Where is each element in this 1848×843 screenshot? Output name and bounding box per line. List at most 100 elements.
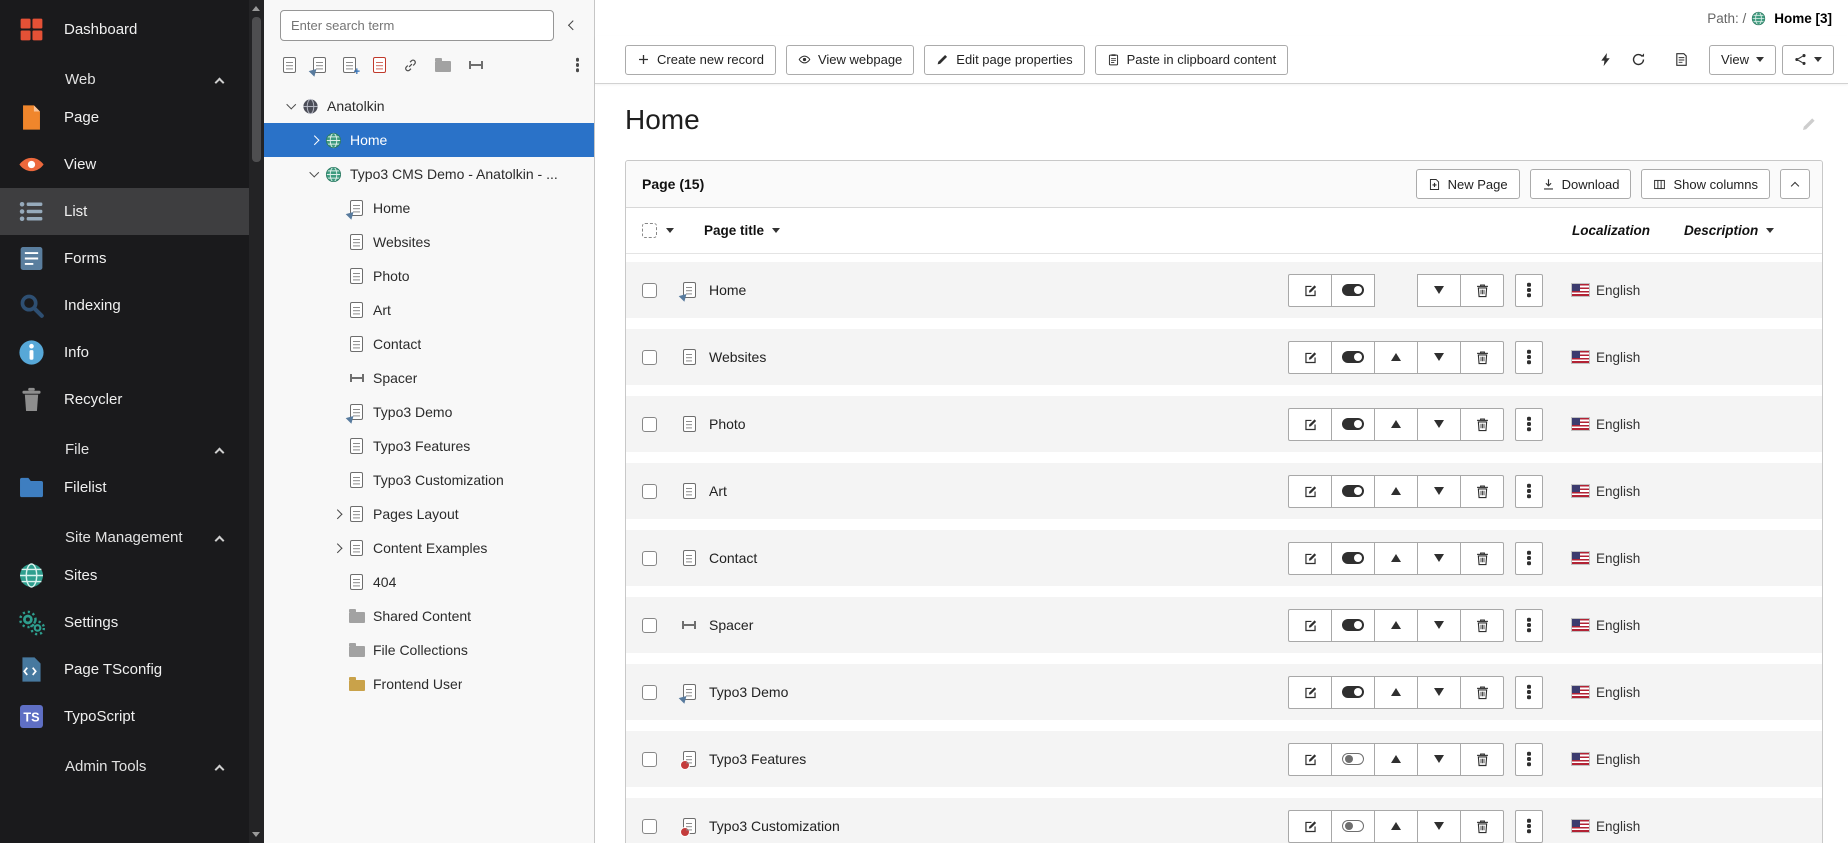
more-options-button[interactable] bbox=[1515, 810, 1543, 843]
delete-button[interactable] bbox=[1460, 609, 1504, 642]
module-group-admin-tools[interactable]: Admin Tools bbox=[0, 740, 249, 781]
module-item-list[interactable]: List bbox=[0, 188, 249, 235]
module-item-sites[interactable]: Sites bbox=[0, 552, 249, 599]
move-up-button[interactable] bbox=[1374, 341, 1418, 374]
edit-record-button[interactable] bbox=[1288, 743, 1332, 776]
tree-search-input[interactable] bbox=[280, 10, 554, 41]
new-spacer-drag-icon[interactable] bbox=[467, 56, 485, 74]
edit-record-button[interactable] bbox=[1288, 609, 1332, 642]
record-title[interactable]: Home bbox=[709, 282, 746, 298]
unhide-toggle-button[interactable] bbox=[1331, 810, 1375, 843]
more-options-button[interactable] bbox=[1515, 542, 1543, 575]
module-item-recycler[interactable]: Recycler bbox=[0, 376, 249, 423]
shortcut-bookmark-button[interactable] bbox=[1668, 48, 1695, 71]
module-item-view[interactable]: View bbox=[0, 141, 249, 188]
paste-clipboard-button[interactable]: Paste in clipboard content bbox=[1095, 45, 1289, 75]
move-up-button[interactable] bbox=[1374, 475, 1418, 508]
module-item-typoscript[interactable]: TS TypoScript bbox=[0, 693, 249, 740]
module-item-settings[interactable]: Settings bbox=[0, 599, 249, 646]
row-checkbox[interactable] bbox=[642, 350, 657, 365]
move-up-button[interactable] bbox=[1374, 609, 1418, 642]
record-title[interactable]: Photo bbox=[709, 416, 746, 432]
show-columns-button[interactable]: Show columns bbox=[1641, 169, 1770, 199]
edit-record-button[interactable] bbox=[1288, 274, 1332, 307]
move-up-button[interactable] bbox=[1374, 542, 1418, 575]
tree-options-button[interactable] bbox=[575, 62, 580, 67]
more-options-button[interactable] bbox=[1515, 743, 1543, 776]
record-title[interactable]: Typo3 Features bbox=[709, 751, 806, 767]
delete-button[interactable] bbox=[1460, 408, 1504, 441]
row-checkbox[interactable] bbox=[642, 685, 657, 700]
module-item-forms[interactable]: Forms bbox=[0, 235, 249, 282]
move-down-button[interactable] bbox=[1417, 676, 1461, 709]
column-header-page-title[interactable]: Page title bbox=[704, 223, 780, 238]
edit-title-button[interactable] bbox=[1795, 112, 1823, 136]
new-mountpoint-drag-icon[interactable] bbox=[342, 56, 357, 74]
new-page-button[interactable]: New Page bbox=[1416, 169, 1520, 199]
tree-node-typo3-features[interactable]: Typo3 Features bbox=[264, 429, 594, 463]
tree-node-spacer[interactable]: Spacer bbox=[264, 361, 594, 395]
module-item-info[interactable]: Info bbox=[0, 329, 249, 376]
tree-node-typo3-customization[interactable]: Typo3 Customization bbox=[264, 463, 594, 497]
module-item-indexing[interactable]: Indexing bbox=[0, 282, 249, 329]
record-title[interactable]: Typo3 Customization bbox=[709, 818, 840, 834]
new-folder-drag-icon[interactable] bbox=[434, 57, 452, 73]
select-all-checkbox[interactable] bbox=[642, 223, 657, 238]
tree-node-frontend-user[interactable]: Frontend User bbox=[264, 667, 594, 701]
scrollbar-thumb[interactable] bbox=[252, 17, 261, 162]
tree-node-websites[interactable]: Websites bbox=[264, 225, 594, 259]
move-up-button[interactable] bbox=[1374, 676, 1418, 709]
delete-button[interactable] bbox=[1460, 743, 1504, 776]
edit-record-button[interactable] bbox=[1288, 341, 1332, 374]
move-up-button[interactable] bbox=[1374, 810, 1418, 843]
move-up-button[interactable] bbox=[1374, 743, 1418, 776]
view-webpage-button[interactable]: View webpage bbox=[786, 45, 914, 75]
new-external-link-drag-icon[interactable] bbox=[372, 56, 387, 74]
move-down-button[interactable] bbox=[1417, 810, 1461, 843]
edit-page-properties-button[interactable]: Edit page properties bbox=[924, 45, 1084, 75]
edit-record-button[interactable] bbox=[1288, 676, 1332, 709]
download-button[interactable]: Download bbox=[1530, 169, 1632, 199]
move-down-button[interactable] bbox=[1417, 475, 1461, 508]
module-item-page[interactable]: Page bbox=[0, 94, 249, 141]
more-options-button[interactable] bbox=[1515, 676, 1543, 709]
move-down-button[interactable] bbox=[1417, 743, 1461, 776]
cache-flush-button[interactable] bbox=[1592, 48, 1619, 71]
row-checkbox[interactable] bbox=[642, 417, 657, 432]
modulebar-scrollbar[interactable] bbox=[249, 0, 264, 843]
more-options-button[interactable] bbox=[1515, 609, 1543, 642]
more-options-button[interactable] bbox=[1515, 408, 1543, 441]
tree-node-404[interactable]: 404 bbox=[264, 565, 594, 599]
tree-node-art[interactable]: Art bbox=[264, 293, 594, 327]
row-checkbox[interactable] bbox=[642, 752, 657, 767]
record-title[interactable]: Contact bbox=[709, 550, 757, 566]
tree-node-anatolkin[interactable]: Anatolkin bbox=[264, 89, 594, 123]
tree-node-pages-layout[interactable]: Pages Layout bbox=[264, 497, 594, 531]
module-group-web[interactable]: Web bbox=[0, 53, 249, 94]
create-new-record-button[interactable]: Create new record bbox=[625, 45, 776, 75]
delete-button[interactable] bbox=[1460, 542, 1504, 575]
hide-toggle-button[interactable] bbox=[1331, 408, 1375, 441]
delete-button[interactable] bbox=[1460, 676, 1504, 709]
record-title[interactable]: Typo3 Demo bbox=[709, 684, 788, 700]
record-title[interactable]: Art bbox=[709, 483, 727, 499]
hide-toggle-button[interactable] bbox=[1331, 542, 1375, 575]
tree-node-shared-content[interactable]: Shared Content bbox=[264, 599, 594, 633]
tree-node-contact[interactable]: Contact bbox=[264, 327, 594, 361]
tree-node-typo3-cms-demo[interactable]: Typo3 CMS Demo - Anatolkin - ... bbox=[264, 157, 594, 191]
edit-record-button[interactable] bbox=[1288, 408, 1332, 441]
delete-button[interactable] bbox=[1460, 810, 1504, 843]
column-header-description[interactable]: Description bbox=[1684, 223, 1822, 238]
record-title[interactable]: Spacer bbox=[709, 617, 753, 633]
module-item-dashboard[interactable]: Dashboard bbox=[0, 6, 249, 53]
hide-toggle-button[interactable] bbox=[1331, 274, 1375, 307]
delete-button[interactable] bbox=[1460, 341, 1504, 374]
move-down-button[interactable] bbox=[1417, 341, 1461, 374]
view-mode-dropdown[interactable]: View bbox=[1709, 45, 1776, 75]
tree-node-home[interactable]: Home bbox=[264, 123, 594, 157]
hide-toggle-button[interactable] bbox=[1331, 341, 1375, 374]
move-down-button[interactable] bbox=[1417, 542, 1461, 575]
edit-record-button[interactable] bbox=[1288, 475, 1332, 508]
scroll-up-arrow[interactable] bbox=[252, 6, 260, 11]
share-dropdown[interactable] bbox=[1782, 45, 1834, 75]
